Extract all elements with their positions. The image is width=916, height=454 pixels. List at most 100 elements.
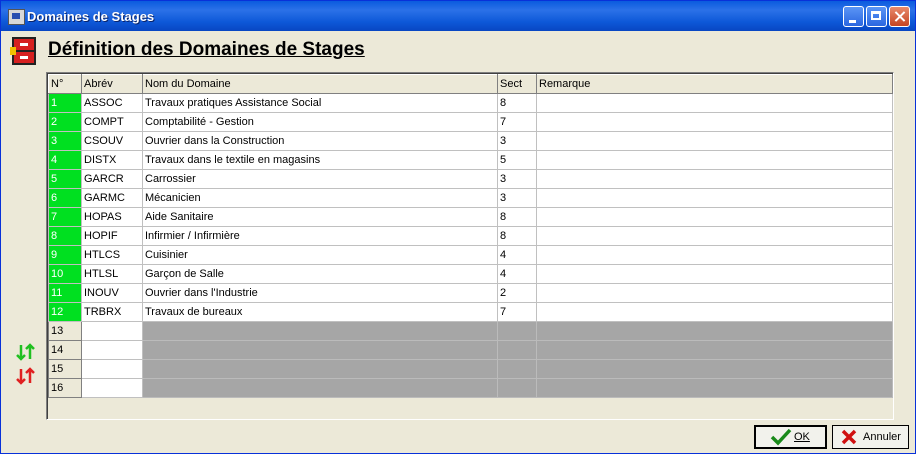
domains-grid[interactable]: N° Abrév Nom du Domaine Sect Remarque 1A… — [46, 72, 894, 420]
table-row[interactable]: 16 — [48, 378, 893, 398]
row-number: 15 — [48, 359, 82, 379]
table-row[interactable]: 15 — [48, 359, 893, 379]
row-number: 16 — [48, 378, 82, 398]
row-number: 9 — [48, 245, 82, 265]
nom-cell[interactable]: Infirmier / Infirmière — [142, 226, 498, 246]
row-number: 2 — [48, 112, 82, 132]
cancel-button[interactable]: Annuler — [832, 425, 909, 449]
nom-cell[interactable]: Carrossier — [142, 169, 498, 189]
table-row[interactable]: 12 TRBRX Travaux de bureaux 7 — [48, 302, 893, 322]
red-x-icon — [841, 429, 857, 445]
remarque-cell[interactable] — [536, 93, 893, 113]
remarque-cell — [536, 359, 893, 379]
abrev-cell[interactable]: HOPIF — [81, 226, 143, 246]
sect-cell[interactable]: 8 — [497, 207, 537, 227]
remarque-cell[interactable] — [536, 245, 893, 265]
nom-cell[interactable]: Travaux dans le textile en magasins — [142, 150, 498, 170]
sect-cell[interactable]: 7 — [497, 112, 537, 132]
remarque-cell[interactable] — [536, 226, 893, 246]
abrev-cell[interactable]: HTLCS — [81, 245, 143, 265]
sect-cell[interactable]: 8 — [497, 226, 537, 246]
app-icon — [8, 9, 25, 25]
col-header-sect[interactable]: Sect — [497, 74, 537, 94]
remarque-cell[interactable] — [536, 131, 893, 151]
remarque-cell[interactable] — [536, 264, 893, 284]
nom-cell[interactable]: Mécanicien — [142, 188, 498, 208]
close-button[interactable] — [889, 6, 910, 27]
sect-cell[interactable]: 3 — [497, 131, 537, 151]
table-row[interactable]: 10 HTLSL Garçon de Salle 4 — [48, 264, 893, 284]
table-header-row: N° Abrév Nom du Domaine Sect Remarque — [48, 74, 893, 94]
remarque-cell[interactable] — [536, 169, 893, 189]
remarque-cell[interactable] — [536, 188, 893, 208]
table-row[interactable]: 14 — [48, 340, 893, 360]
minimize-button[interactable] — [843, 6, 864, 27]
row-number: 1 — [48, 93, 82, 113]
nom-cell[interactable]: Aide Sanitaire — [142, 207, 498, 227]
col-header-nom[interactable]: Nom du Domaine — [142, 74, 498, 94]
col-header-remarque[interactable]: Remarque — [536, 74, 893, 94]
abrev-cell[interactable]: DISTX — [81, 150, 143, 170]
sect-cell[interactable]: 8 — [497, 93, 537, 113]
table-row[interactable]: 3 CSOUV Ouvrier dans la Construction 3 — [48, 131, 893, 151]
sect-cell[interactable]: 3 — [497, 188, 537, 208]
abrev-cell[interactable] — [81, 359, 143, 379]
remarque-cell[interactable] — [536, 112, 893, 132]
abrev-cell[interactable]: TRBRX — [81, 302, 143, 322]
abrev-cell[interactable]: HOPAS — [81, 207, 143, 227]
abrev-cell[interactable]: GARCR — [81, 169, 143, 189]
abrev-cell[interactable]: ASSOC — [81, 93, 143, 113]
abrev-cell[interactable]: GARMC — [81, 188, 143, 208]
table-row[interactable]: 8 HOPIF Infirmier / Infirmière 8 — [48, 226, 893, 246]
table-row[interactable]: 4 DISTX Travaux dans le textile en magasin… — [48, 150, 893, 170]
nom-cell[interactable]: Ouvrier dans la Construction — [142, 131, 498, 151]
table-row[interactable]: 1 ASSOC Travaux pratiques Assistance Socia… — [48, 93, 893, 113]
title-bar[interactable]: Domaines de Stages — [1, 1, 915, 31]
window-title: Domaines de Stages — [27, 9, 155, 24]
table-row[interactable]: 13 — [48, 321, 893, 341]
remarque-cell[interactable] — [536, 283, 893, 303]
nom-cell — [142, 359, 498, 379]
col-header-num[interactable]: N° — [48, 74, 82, 94]
row-number: 8 — [48, 226, 82, 246]
nom-cell[interactable]: Comptabilité - Gestion — [142, 112, 498, 132]
sect-cell[interactable]: 3 — [497, 169, 537, 189]
row-number: 10 — [48, 264, 82, 284]
remarque-cell[interactable] — [536, 302, 893, 322]
maximize-button[interactable] — [866, 6, 887, 27]
table-row[interactable]: 5 GARCR Carrossier 3 — [48, 169, 893, 189]
table-row[interactable]: 11 INOUV Ouvrier dans l'Industrie 2 — [48, 283, 893, 303]
nom-cell[interactable]: Cuisinier — [142, 245, 498, 265]
table-row[interactable]: 7 HOPAS Aide Sanitaire 8 — [48, 207, 893, 227]
sect-cell[interactable]: 4 — [497, 245, 537, 265]
sort-arrows-red-icon[interactable] — [16, 366, 36, 386]
table-row[interactable]: 9 HTLCS Cuisinier 4 — [48, 245, 893, 265]
sect-cell[interactable]: 7 — [497, 302, 537, 322]
remarque-cell — [536, 340, 893, 360]
abrev-cell[interactable] — [81, 321, 143, 341]
row-number: 6 — [48, 188, 82, 208]
sect-cell[interactable]: 4 — [497, 264, 537, 284]
nom-cell — [142, 321, 498, 341]
sect-cell — [497, 340, 537, 360]
remarque-cell[interactable] — [536, 207, 893, 227]
ok-button[interactable]: OK — [754, 425, 827, 449]
nom-cell[interactable]: Garçon de Salle — [142, 264, 498, 284]
abrev-cell[interactable]: CSOUV — [81, 131, 143, 151]
nom-cell[interactable]: Travaux de bureaux — [142, 302, 498, 322]
table-row[interactable]: 2 COMPT Comptabilité - Gestion 7 — [48, 112, 893, 132]
remarque-cell[interactable] — [536, 150, 893, 170]
sect-cell[interactable]: 2 — [497, 283, 537, 303]
abrev-cell[interactable]: COMPT — [81, 112, 143, 132]
sect-cell[interactable]: 5 — [497, 150, 537, 170]
abrev-cell[interactable] — [81, 340, 143, 360]
abrev-cell[interactable]: INOUV — [81, 283, 143, 303]
table-row[interactable]: 6 GARMC Mécanicien 3 — [48, 188, 893, 208]
abrev-cell[interactable] — [81, 378, 143, 398]
nom-cell[interactable]: Ouvrier dans l'Industrie — [142, 283, 498, 303]
sort-arrows-green-icon[interactable] — [16, 342, 36, 362]
domaines-window: Domaines de Stages Définition des Domain… — [0, 0, 916, 454]
col-header-abrev[interactable]: Abrév — [81, 74, 143, 94]
abrev-cell[interactable]: HTLSL — [81, 264, 143, 284]
nom-cell[interactable]: Travaux pratiques Assistance Social — [142, 93, 498, 113]
